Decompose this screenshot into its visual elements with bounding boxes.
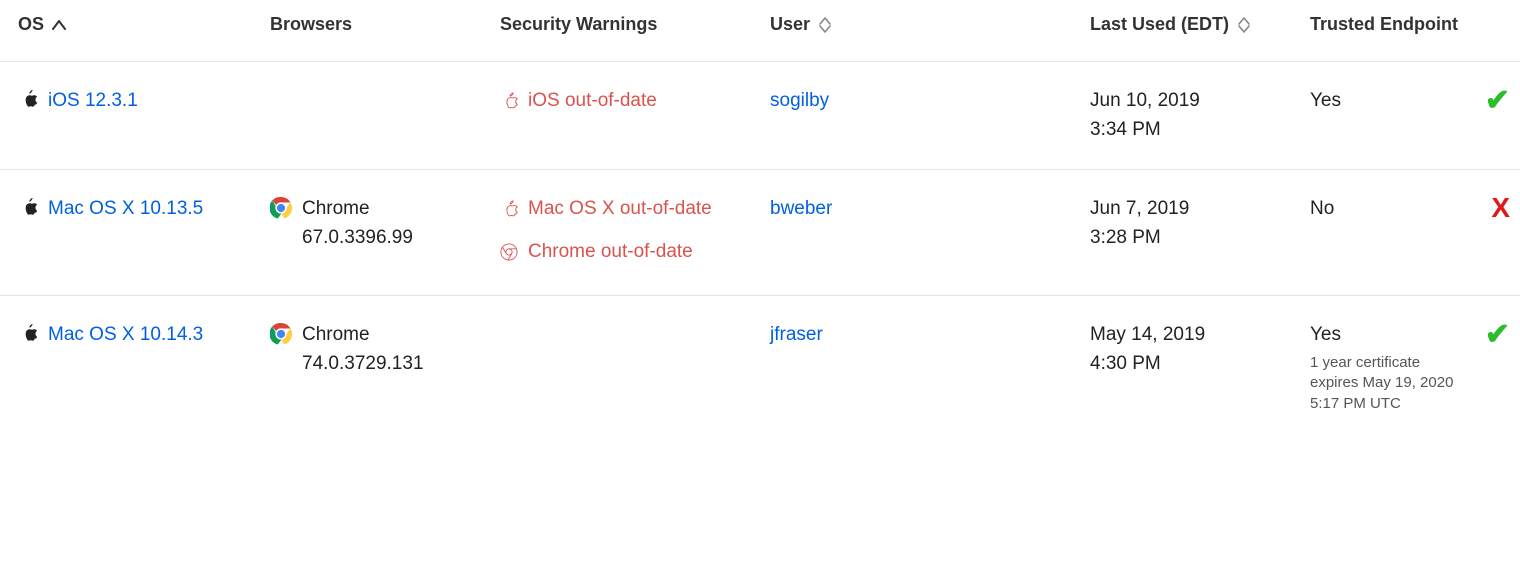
check-icon: ✔: [1485, 320, 1510, 350]
check-icon: ✔: [1485, 86, 1510, 116]
user-link[interactable]: bweber: [770, 198, 832, 219]
chrome-outline-icon: [500, 241, 518, 270]
table-header-row: OS Browsers Security Warnings User: [0, 0, 1520, 62]
browser-name: Chrome: [302, 320, 424, 349]
column-header-browsers[interactable]: Browsers: [260, 0, 490, 62]
trusted-value: Yes: [1310, 320, 1470, 349]
trusted-value: No: [1310, 194, 1334, 223]
column-header-last-used[interactable]: Last Used (EDT): [1080, 0, 1300, 62]
endpoints-table: OS Browsers Security Warnings User: [0, 0, 1520, 438]
last-used-date: May 14, 2019: [1090, 320, 1290, 349]
last-used-time: 3:28 PM: [1090, 223, 1290, 252]
table-row: Mac OS X 10.14.3 Chrome74.0.3729.131 jfras…: [0, 295, 1520, 438]
trusted-note: 1 year certificate expires May 19, 2020 …: [1310, 353, 1470, 414]
security-warning-link[interactable]: iOS out-of-date: [528, 86, 657, 115]
user-link[interactable]: sogilby: [770, 90, 829, 111]
os-link[interactable]: Mac OS X 10.13.5: [48, 194, 203, 223]
os-link[interactable]: Mac OS X 10.14.3: [48, 320, 203, 349]
column-label: Trusted Endpoint: [1310, 14, 1458, 34]
security-warning-link[interactable]: Mac OS X out-of-date: [528, 194, 712, 223]
column-label: User: [770, 14, 810, 35]
sort-none-icon: [1237, 16, 1251, 34]
browser-version: 74.0.3729.131: [302, 349, 424, 378]
cross-icon: X: [1491, 194, 1510, 222]
last-used-date: Jun 10, 2019: [1090, 86, 1290, 115]
column-label: Browsers: [270, 14, 352, 34]
chrome-icon: [270, 323, 292, 354]
column-header-os[interactable]: OS: [0, 0, 260, 62]
last-used-date: Jun 7, 2019: [1090, 194, 1290, 223]
table-row: Mac OS X 10.13.5 Chrome67.0.3396.99 Mac OS…: [0, 169, 1520, 295]
sort-ascending-icon: [52, 20, 66, 30]
column-header-security-warnings[interactable]: Security Warnings: [490, 0, 760, 62]
sort-none-icon: [818, 16, 832, 34]
trusted-value: Yes: [1310, 86, 1341, 115]
os-link[interactable]: iOS 12.3.1: [48, 86, 138, 115]
apple-outline-icon: [500, 90, 518, 119]
last-used-time: 3:34 PM: [1090, 115, 1290, 144]
browser-version: 67.0.3396.99: [302, 223, 413, 252]
last-used-time: 4:30 PM: [1090, 349, 1290, 378]
column-label: Security Warnings: [500, 14, 657, 34]
table-row: iOS 12.3.1 iOS out-of-date sogilby Jun 10, …: [0, 62, 1520, 170]
security-warning-link[interactable]: Chrome out-of-date: [528, 237, 693, 266]
apple-icon: [18, 322, 38, 353]
apple-icon: [18, 88, 38, 119]
browser-name: Chrome: [302, 194, 413, 223]
column-header-trusted-endpoint[interactable]: Trusted Endpoint: [1300, 0, 1520, 62]
apple-icon: [18, 196, 38, 227]
apple-outline-icon: [500, 198, 518, 227]
chrome-icon: [270, 197, 292, 228]
column-label: Last Used (EDT): [1090, 14, 1229, 35]
column-header-user[interactable]: User: [760, 0, 1080, 62]
column-label: OS: [18, 14, 44, 35]
user-link[interactable]: jfraser: [770, 324, 823, 345]
